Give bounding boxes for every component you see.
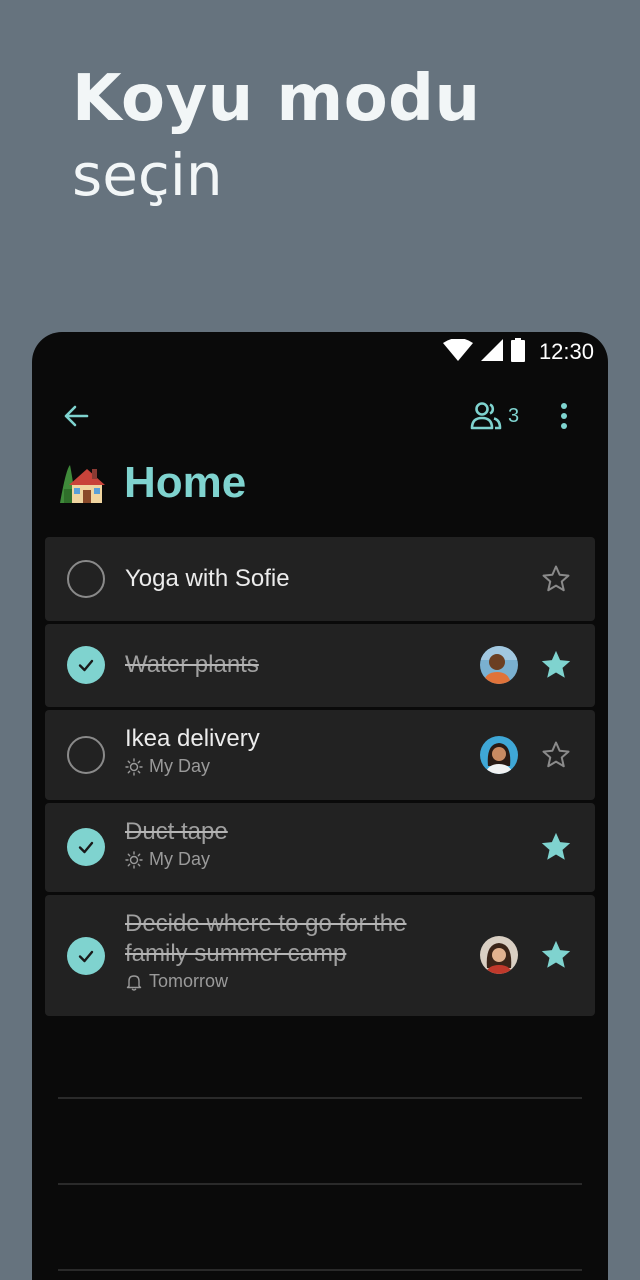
star-button[interactable]: [539, 938, 573, 972]
star-filled-icon: [541, 650, 571, 678]
star-outline-icon: [542, 741, 570, 768]
bell-icon: [126, 974, 142, 991]
task-title-line-2: family summer camp: [125, 940, 347, 967]
checkmark-icon: [78, 950, 94, 963]
task-list: Yoga with Sofie Water plants Ikea delive…: [45, 537, 595, 1019]
checkmark-icon: [78, 841, 94, 854]
task-title: Yoga with Sofie: [125, 565, 290, 592]
arrow-left-icon: [64, 405, 89, 427]
empty-row-divider: [58, 1183, 582, 1185]
task-meta-label: Tomorrow: [149, 971, 229, 991]
task-checkbox-checked[interactable]: [67, 646, 105, 684]
empty-row-divider: [58, 1269, 582, 1271]
task-checkbox-checked[interactable]: [67, 937, 105, 975]
task-row[interactable]: Yoga with Sofie: [45, 537, 595, 621]
star-filled-icon: [541, 940, 571, 968]
task-title: Water plants: [125, 651, 259, 678]
star-filled-icon: [541, 832, 571, 860]
more-vertical-icon: [561, 403, 567, 429]
toolbar: 3: [32, 394, 608, 438]
list-title: Home: [124, 458, 247, 507]
task-row[interactable]: Water plants: [45, 624, 595, 707]
task-row[interactable]: Ikea delivery My Day: [45, 710, 595, 800]
task-title-line-1: Decide where to go for the: [125, 910, 407, 937]
people-icon: [470, 402, 502, 430]
promo-line-1: Koyu modu: [72, 62, 481, 136]
sun-icon: [125, 757, 143, 776]
task-title: Ikea delivery: [125, 725, 260, 752]
task-meta-label: My Day: [149, 756, 211, 776]
phone-screen: 12:30 3 Home Yoga with Sofie Water plant…: [32, 332, 608, 1280]
assignee-avatar: [480, 736, 518, 774]
star-outline-icon: [542, 565, 570, 592]
task-meta-label: My Day: [149, 849, 211, 869]
more-options-button[interactable]: [548, 400, 580, 432]
promo-line-2: seçin: [72, 141, 223, 209]
empty-row-divider: [58, 1097, 582, 1099]
assignee-avatar: [480, 646, 518, 684]
status-time: 12:30: [538, 339, 594, 364]
task-row[interactable]: Decide where to go for the family summer…: [45, 895, 595, 1016]
members-count: 3: [508, 404, 520, 427]
assignee-avatar: [480, 936, 518, 974]
task-checkbox[interactable]: [67, 736, 105, 774]
signal-icon: [480, 339, 503, 365]
status-bar: 12:30: [32, 332, 608, 372]
task-meta: My Day: [125, 756, 465, 777]
promo-heading: Koyu modu seçin: [72, 62, 481, 214]
wifi-icon: [442, 338, 473, 365]
members-button[interactable]: 3: [470, 400, 519, 432]
star-button[interactable]: [539, 738, 573, 772]
task-meta: Tomorrow: [125, 971, 465, 992]
task-checkbox[interactable]: [67, 560, 105, 598]
task-meta: My Day: [125, 849, 465, 870]
task-checkbox-checked[interactable]: [67, 828, 105, 866]
battery-icon: [510, 338, 525, 366]
star-button[interactable]: [539, 648, 573, 682]
house-emoji-icon: [60, 465, 105, 503]
sun-icon: [125, 850, 143, 869]
star-button[interactable]: [539, 830, 573, 864]
back-button[interactable]: [60, 400, 92, 432]
list-header: Home: [58, 458, 246, 508]
task-title: Duct tape: [125, 818, 228, 845]
task-row[interactable]: Duct tape My Day: [45, 803, 595, 892]
checkmark-icon: [78, 659, 94, 672]
star-button[interactable]: [539, 562, 573, 596]
